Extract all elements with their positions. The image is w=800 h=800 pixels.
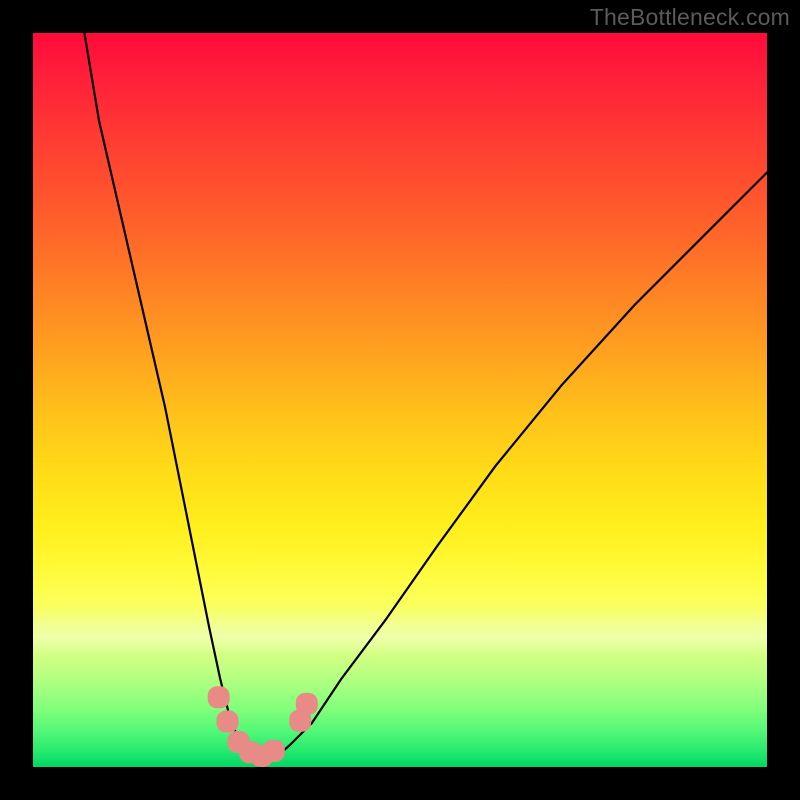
chart-frame: TheBottleneck.com xyxy=(0,0,800,800)
watermark-text: TheBottleneck.com xyxy=(590,4,790,31)
plot-area xyxy=(33,33,767,767)
curve-marker xyxy=(217,711,239,733)
curve-marker xyxy=(296,693,318,715)
marker-group xyxy=(208,686,318,767)
curve-marker xyxy=(208,686,230,708)
curve-marker xyxy=(263,740,285,762)
bottleneck-curve xyxy=(84,33,767,762)
curve-svg xyxy=(33,33,767,767)
